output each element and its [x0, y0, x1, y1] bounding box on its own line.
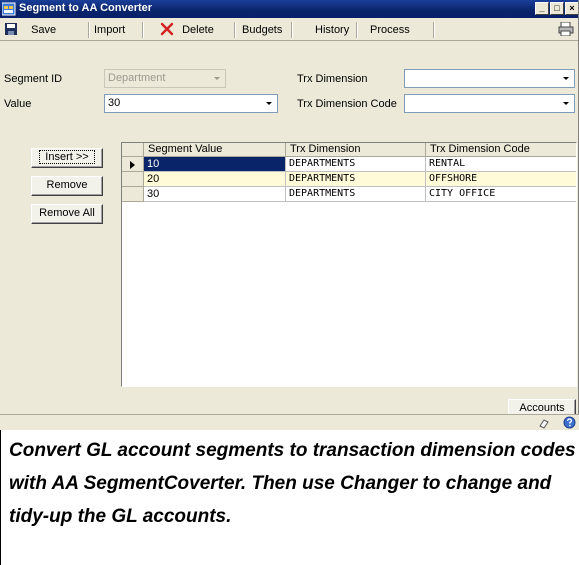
close-button[interactable]: × — [565, 2, 578, 15]
note-icon[interactable] — [538, 417, 550, 432]
column-header-trx-dimension-code[interactable]: Trx Dimension Code — [426, 143, 576, 157]
save-icon — [4, 22, 18, 41]
process-button[interactable]: Process — [370, 22, 410, 38]
title-bar[interactable]: Segment to AA Converter _ □ × — [0, 0, 578, 18]
save-label: Save — [31, 24, 57, 36]
caption-box: Convert GL account segments to transacti… — [0, 430, 579, 565]
row-selector[interactable] — [122, 157, 144, 172]
chevron-down-icon[interactable] — [266, 102, 272, 105]
value-dropdown[interactable]: 30 — [104, 94, 278, 113]
column-header-segment-value[interactable]: Segment Value — [144, 143, 286, 157]
toolbar-divider — [234, 22, 236, 38]
table-row[interactable]: 30 DEPARTMENTS CITY OFFICE — [122, 187, 576, 202]
maximize-button[interactable]: □ — [550, 2, 564, 15]
toolbar-divider — [142, 22, 144, 38]
chevron-down-icon — [214, 77, 220, 80]
toolbar-divider — [88, 22, 90, 38]
value-label: Value — [4, 98, 32, 110]
import-button[interactable]: Import — [94, 22, 125, 38]
trx-dimension-code-label: Trx Dimension Code — [297, 98, 397, 110]
cell-trx-dimension-code[interactable]: RENTAL — [426, 157, 576, 172]
app-icon — [1, 2, 16, 16]
cell-segment-value[interactable]: 30 — [144, 187, 286, 202]
chevron-down-icon[interactable] — [563, 77, 569, 80]
toolbar-divider — [433, 22, 435, 38]
column-header-trx-dimension[interactable]: Trx Dimension — [286, 143, 426, 157]
toolbar-divider — [291, 22, 293, 38]
row-selector[interactable] — [122, 187, 144, 202]
cell-segment-value[interactable]: 20 — [144, 172, 286, 187]
window-title: Segment to AA Converter — [19, 2, 153, 14]
cell-trx-dimension[interactable]: DEPARTMENTS — [286, 172, 426, 187]
cell-trx-dimension[interactable]: DEPARTMENTS — [286, 187, 426, 202]
budgets-button[interactable]: Budgets — [242, 22, 282, 38]
value-field: 30 — [108, 97, 121, 109]
toolbar: Save Import Delete Budgets History Proce… — [0, 19, 578, 41]
segment-id-label: Segment ID — [4, 73, 63, 85]
toolbar-divider — [356, 22, 358, 38]
cell-segment-value[interactable]: 10 — [144, 157, 286, 172]
insert-button[interactable]: Insert >> — [31, 148, 103, 168]
current-row-arrow-icon — [130, 161, 135, 169]
trx-dimension-code-dropdown[interactable] — [404, 94, 575, 113]
delete-button[interactable]: Delete — [160, 22, 214, 38]
caption-text: Convert GL account segments to transacti… — [9, 440, 576, 527]
window-status-bar — [0, 414, 579, 430]
table-row[interactable]: 10 DEPARTMENTS RENTAL — [122, 157, 576, 172]
cell-trx-dimension[interactable]: DEPARTMENTS — [286, 157, 426, 172]
trx-dimension-label: Trx Dimension — [297, 73, 368, 85]
print-icon[interactable] — [558, 21, 574, 38]
minimize-button[interactable]: _ — [535, 2, 549, 15]
segment-grid[interactable]: Segment Value Trx Dimension Trx Dimensio… — [121, 142, 577, 387]
table-row[interactable]: 20 DEPARTMENTS OFFSHORE — [122, 172, 576, 187]
converter-window: Segment to AA Converter _ □ × Save Impor… — [0, 0, 579, 430]
grid-header: Segment Value Trx Dimension Trx Dimensio… — [122, 143, 576, 157]
remove-button[interactable]: Remove — [31, 176, 103, 196]
segment-id-dropdown: Department — [104, 69, 226, 88]
chevron-down-icon[interactable] — [563, 102, 569, 105]
help-icon[interactable] — [563, 416, 576, 432]
save-button[interactable]: Save — [4, 22, 56, 38]
trx-dimension-dropdown[interactable] — [404, 69, 575, 88]
cell-trx-dimension-code[interactable]: CITY OFFICE — [426, 187, 576, 202]
row-selector[interactable] — [122, 172, 144, 187]
insert-label: Insert >> — [39, 150, 95, 164]
delete-label: Delete — [182, 24, 214, 36]
history-button[interactable]: History — [315, 22, 349, 38]
grid-header-corner — [122, 143, 144, 157]
delete-x-icon — [160, 22, 174, 41]
segment-id-value: Department — [108, 72, 166, 84]
cell-trx-dimension-code[interactable]: OFFSHORE — [426, 172, 576, 187]
remove-all-button[interactable]: Remove All — [31, 204, 103, 224]
